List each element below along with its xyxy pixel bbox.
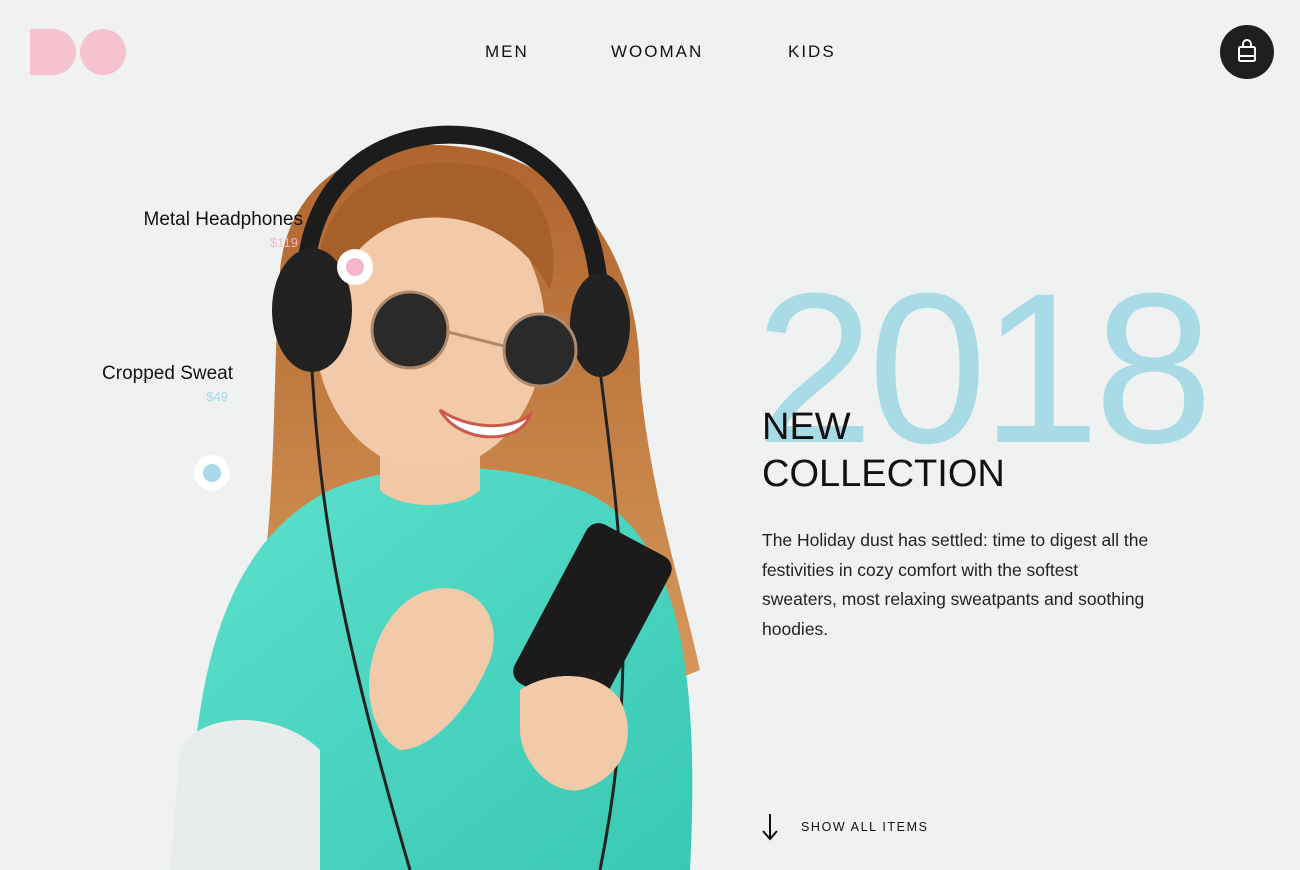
product-label-headphones[interactable]: Metal Headphones $119: [144, 209, 304, 250]
shopping-bag-icon: [1238, 39, 1256, 62]
hotspot-sweat[interactable]: [194, 455, 230, 491]
arrow-down-icon: [762, 814, 778, 841]
nav-item-men[interactable]: MEN: [485, 42, 529, 62]
product-name: Cropped Sweat: [102, 363, 233, 384]
headline-line-2: COLLECTION: [762, 453, 1005, 495]
product-price: $119: [270, 235, 298, 250]
product-name: Metal Headphones: [143, 209, 304, 230]
nav-item-woman[interactable]: WOOMAN: [611, 42, 703, 62]
hotspot-headphones[interactable]: [337, 249, 373, 285]
hotspot-dot: [346, 258, 364, 276]
product-price: $49: [206, 389, 228, 404]
collection-headline: NEW COLLECTION: [762, 404, 1005, 498]
cart-button[interactable]: [1220, 25, 1274, 79]
show-all-items-link[interactable]: SHOW ALL ITEMS: [760, 812, 929, 842]
collection-description: The Holiday dust has settled: time to di…: [762, 530, 1149, 639]
show-all-items-label: SHOW ALL ITEMS: [801, 820, 929, 834]
nav-item-kids[interactable]: KIDS: [788, 42, 836, 62]
main-nav: MEN WOOMAN KIDS: [0, 42, 1300, 62]
headline-line-1: NEW: [762, 406, 851, 448]
product-label-sweat[interactable]: Cropped Sweat $49: [102, 363, 233, 404]
hotspot-dot: [203, 464, 221, 482]
